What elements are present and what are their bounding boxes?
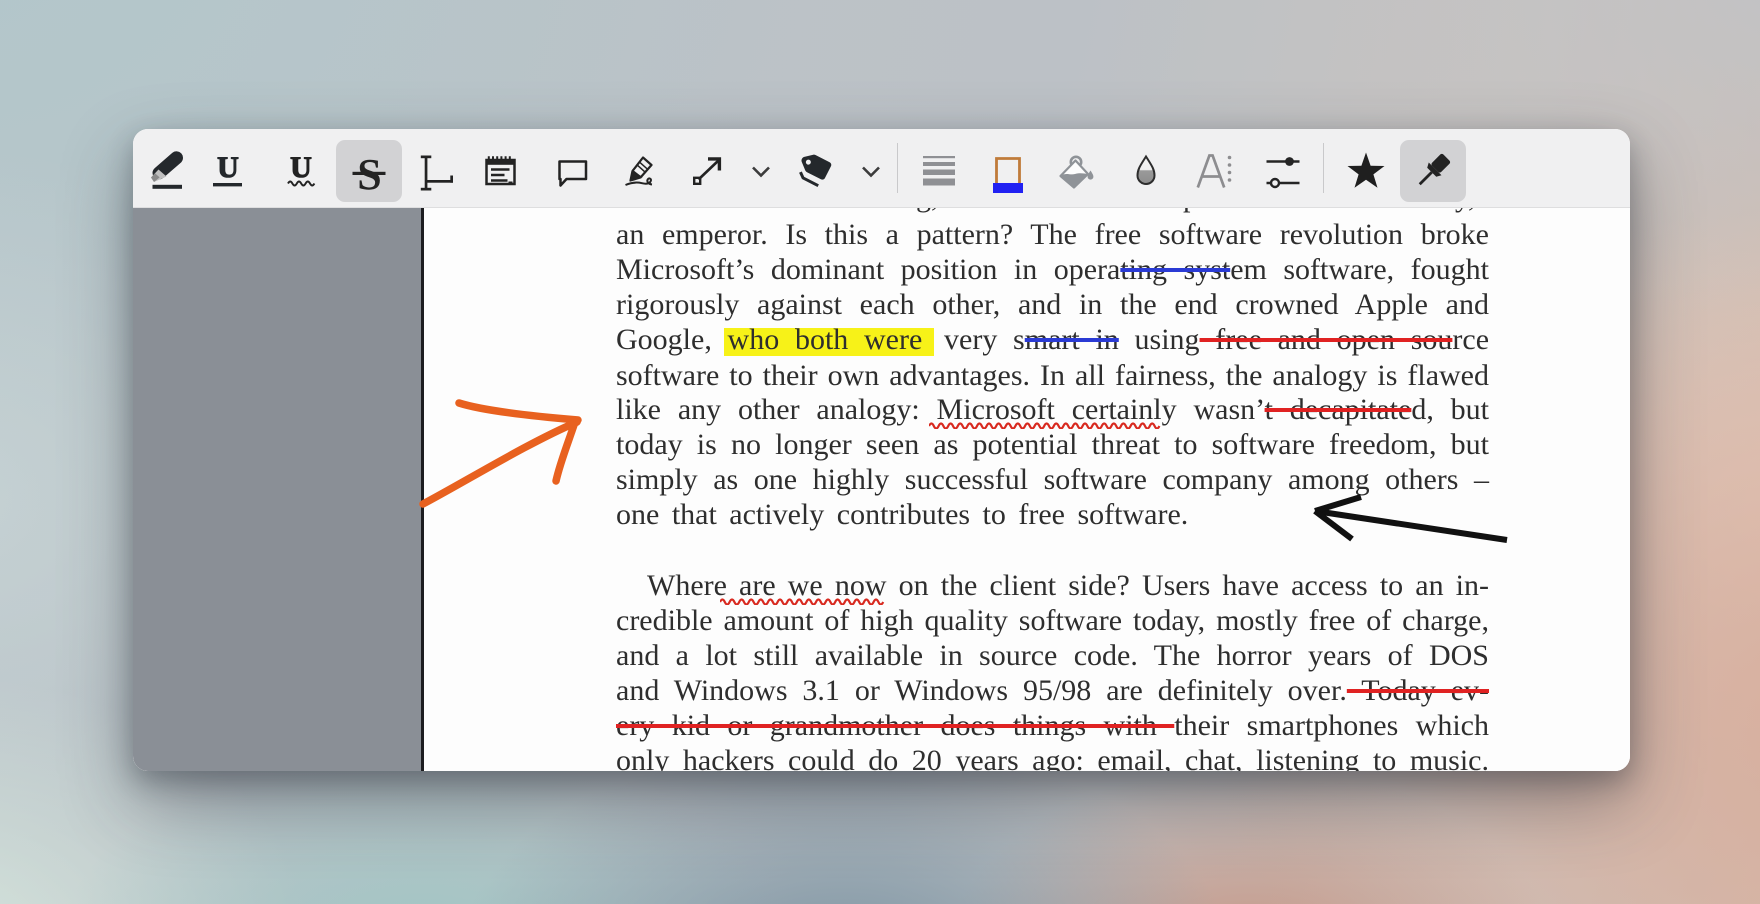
svg-text:U: U [290, 151, 312, 184]
svg-text:U: U [217, 151, 239, 184]
svg-text:S: S [357, 151, 381, 191]
